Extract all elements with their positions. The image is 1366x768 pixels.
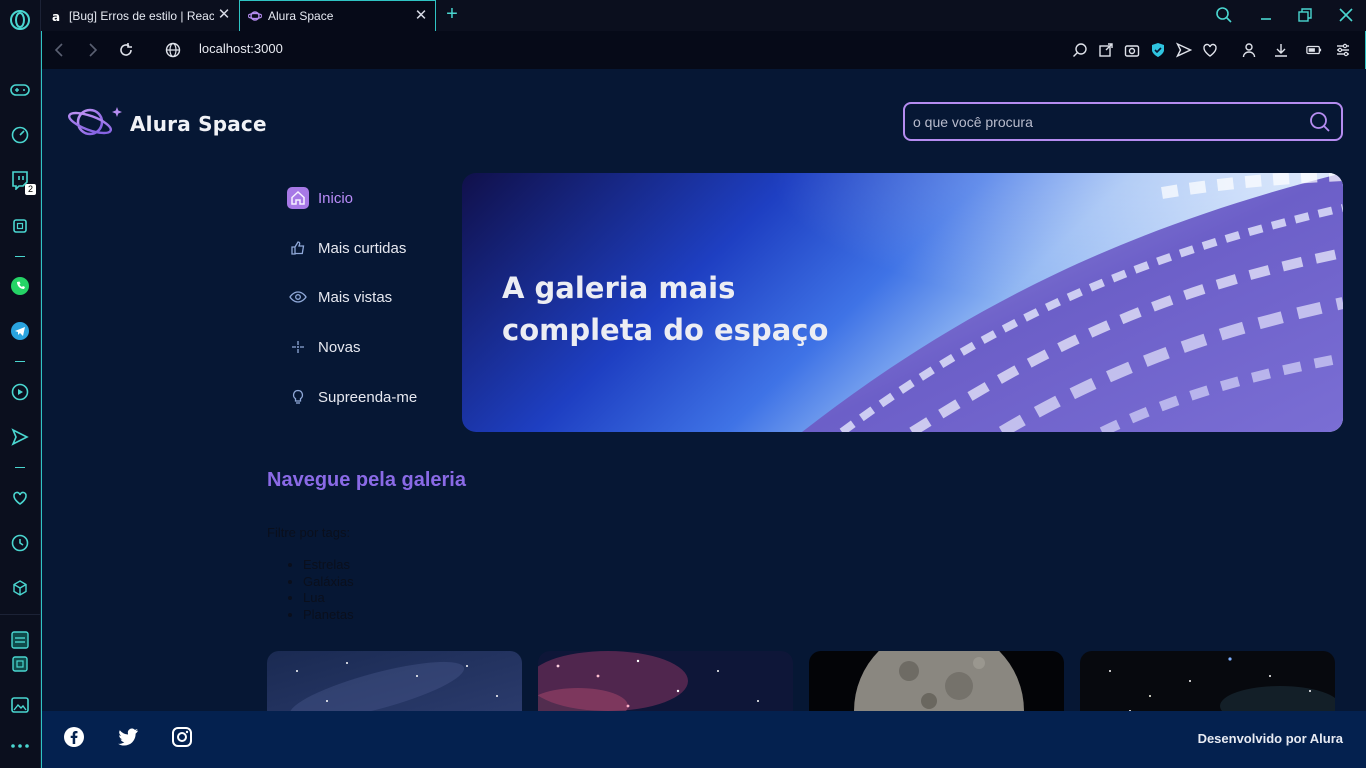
- sparkle-icon: [287, 336, 309, 358]
- more-icon[interactable]: [8, 734, 32, 758]
- search-icon[interactable]: [1309, 111, 1331, 133]
- clock-icon[interactable]: [8, 531, 32, 555]
- tag-estrelas[interactable]: Estrelas: [303, 557, 354, 574]
- player-icon[interactable]: [8, 380, 32, 404]
- planet-logo-icon: [66, 101, 124, 147]
- nav-item-label: Supreenda-me: [318, 388, 418, 406]
- logo-text: Alura Space: [130, 112, 267, 136]
- tag-lua[interactable]: Lua: [303, 590, 354, 607]
- nav-item-mais-vistas[interactable]: Mais vistas: [287, 284, 392, 310]
- speedometer-icon[interactable]: [8, 123, 32, 147]
- address-bar: localhost:3000: [41, 31, 1366, 69]
- send-icon[interactable]: [8, 425, 32, 449]
- home-icon: [287, 187, 309, 209]
- profile-icon[interactable]: [1241, 42, 1257, 58]
- tab-react-bug[interactable]: a [Bug] Erros de estilo | React ✕: [41, 0, 238, 31]
- filter-label: Filtre por tags:: [267, 525, 351, 540]
- tab-bar: a [Bug] Erros de estilo | React ✕ Alura …: [41, 0, 1366, 31]
- site-logo[interactable]: Alura Space: [66, 101, 267, 147]
- tab-close-button[interactable]: ✕: [216, 7, 232, 23]
- cube-icon[interactable]: [8, 576, 32, 600]
- tab-label: [Bug] Erros de estilo | React: [69, 8, 214, 23]
- footer-credit: Desenvolvido por Alura: [1197, 731, 1343, 746]
- tag-list: Estrelas Galáxias Lua Planetas: [303, 557, 354, 623]
- twitch-badge: 2: [25, 184, 36, 195]
- server-icon[interactable]: [8, 628, 32, 652]
- nav-item-label: Mais vistas: [318, 288, 393, 306]
- sidebar-divider: [15, 256, 25, 257]
- whatsapp-icon[interactable]: [8, 274, 32, 298]
- gallery-title: Navegue pela galeria: [267, 469, 466, 491]
- nav-item-supreenda-me[interactable]: Supreenda-me: [287, 384, 417, 410]
- new-tab-button[interactable]: +: [442, 3, 462, 25]
- search-box[interactable]: [903, 102, 1343, 141]
- vpn-shield-icon[interactable]: [1150, 42, 1166, 58]
- nav-item-label: Inicio: [318, 189, 354, 207]
- battery-icon[interactable]: [1306, 42, 1322, 58]
- gamepad-icon[interactable]: [8, 78, 32, 102]
- forward-icon[interactable]: [84, 42, 100, 58]
- nav-item-inicio[interactable]: Inicio: [287, 185, 353, 211]
- banner-title: A galeria mais completa do espaço: [502, 271, 829, 347]
- nav-item-label: Mais curtidas: [318, 239, 407, 257]
- browser-sidebar: 2: [0, 0, 41, 768]
- nav-item-novas[interactable]: Novas: [287, 334, 361, 360]
- search-input[interactable]: [913, 112, 1293, 132]
- svg-text:a: a: [52, 10, 60, 23]
- sidebar-divider: [15, 467, 25, 468]
- gallery-icon[interactable]: [8, 693, 32, 717]
- restore-icon[interactable]: [1296, 6, 1314, 28]
- minimize-icon[interactable]: [1257, 6, 1275, 28]
- share-icon[interactable]: [1098, 42, 1114, 58]
- tag-planetas[interactable]: Planetas: [303, 607, 354, 624]
- site-footer: Desenvolvido por Alura: [42, 711, 1366, 768]
- chip-icon[interactable]: [8, 652, 32, 676]
- telegram-icon[interactable]: [8, 319, 32, 343]
- reload-icon[interactable]: [118, 42, 134, 58]
- sidebar-divider: [0, 614, 40, 615]
- tab-alura-space[interactable]: Alura Space ✕: [239, 0, 436, 31]
- thumbs-up-icon: [287, 237, 309, 259]
- download-icon[interactable]: [1273, 42, 1289, 58]
- send-page-icon[interactable]: [1176, 42, 1192, 58]
- twitter-icon[interactable]: [116, 725, 140, 749]
- settings-sliders-icon[interactable]: [1335, 42, 1351, 58]
- facebook-icon[interactable]: [62, 725, 86, 749]
- planet-favicon-icon: [248, 9, 262, 23]
- sidebar-divider: [15, 361, 25, 362]
- tag-galaxias[interactable]: Galáxias: [303, 574, 354, 591]
- alura-favicon-icon: a: [49, 8, 63, 23]
- lightbulb-icon: [287, 386, 309, 408]
- hero-banner: A galeria mais completa do espaço: [462, 173, 1343, 432]
- web-page: Alura Space Inicio Mais curtidas Mais vi…: [41, 69, 1366, 768]
- search-tabs-icon[interactable]: [1215, 6, 1233, 28]
- nav-item-mais-curtidas[interactable]: Mais curtidas: [287, 235, 406, 261]
- tab-label: Alura Space: [268, 9, 334, 23]
- heart-icon[interactable]: [8, 486, 32, 510]
- zoom-icon[interactable]: [1072, 42, 1088, 58]
- globe-icon[interactable]: [165, 42, 181, 58]
- cpu-icon[interactable]: [8, 214, 32, 238]
- instagram-icon[interactable]: [170, 725, 194, 749]
- camera-icon[interactable]: [1124, 42, 1140, 58]
- back-icon[interactable]: [52, 42, 68, 58]
- nav-item-label: Novas: [318, 338, 361, 356]
- eye-icon: [287, 286, 309, 308]
- url-field[interactable]: localhost:3000: [199, 41, 283, 56]
- tab-close-button[interactable]: ✕: [413, 8, 429, 24]
- close-window-icon[interactable]: [1337, 6, 1355, 28]
- opera-logo-icon[interactable]: [8, 8, 32, 32]
- bookmark-heart-icon[interactable]: [1202, 42, 1218, 58]
